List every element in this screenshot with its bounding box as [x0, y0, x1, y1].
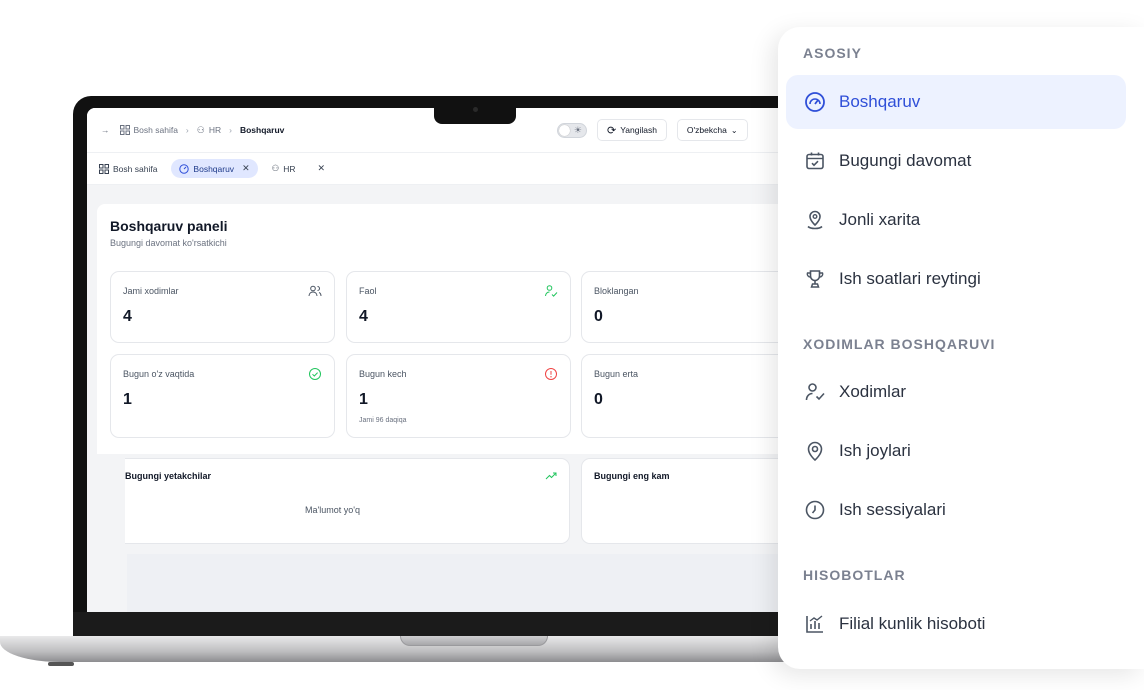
- sidebar-item-ish-sessiyalari[interactable]: Ish sessiyalari: [786, 483, 1126, 537]
- language-label: O'zbekcha: [686, 125, 727, 135]
- least-title: Bugungi eng kam: [594, 471, 670, 481]
- laptop-chin: [73, 612, 833, 636]
- theme-toggle[interactable]: ☀: [557, 122, 587, 138]
- back-arrow-icon[interactable]: →: [101, 125, 110, 135]
- bar-chart-icon: [803, 612, 827, 636]
- sidebar-item-label: Ish sessiyalari: [839, 500, 946, 519]
- breadcrumb: Bosh sahifa › ⚇ HR › Boshqaruv: [119, 124, 285, 136]
- trending-up-icon: [545, 472, 557, 480]
- check-circle-icon: [309, 368, 321, 380]
- leaders-card: Bugungi yetakchilar Ma'lumot yo'q: [125, 458, 570, 544]
- stat-value: 1: [123, 391, 132, 408]
- gauge-icon: [179, 163, 190, 174]
- breadcrumb-home[interactable]: Bosh sahifa: [134, 125, 178, 135]
- trophy-icon: [803, 267, 827, 291]
- sidebar-item-label: Ish soatlari reytingi: [839, 269, 981, 288]
- stat-card-late: Bugun kech 1 Jami 96 daqiqa: [346, 354, 571, 438]
- sidebar-item-filial-kunlik-hisoboti[interactable]: Filial kunlik hisoboti: [786, 597, 1126, 651]
- sidebar: ASOSIY Boshqaruv Bugungi davomat Jonli x…: [778, 27, 1144, 669]
- section-title-staff: XODIMLAR BOSHQARUVI: [803, 336, 996, 352]
- close-icon[interactable]: ✕: [242, 163, 250, 174]
- refresh-button[interactable]: ⟳ Yangilash: [597, 119, 667, 141]
- page-title: Boshqaruv paneli: [110, 218, 228, 234]
- users-icon: ⚇: [271, 163, 280, 173]
- stat-card-active: Faol 4: [346, 271, 571, 343]
- tab-dashboard[interactable]: Boshqaruv ✕: [171, 159, 258, 178]
- breadcrumb-hr[interactable]: HR: [209, 125, 221, 135]
- location-icon: [803, 439, 827, 463]
- user-check-icon: [803, 380, 827, 404]
- sidebar-item-label: Bugungi davomat: [839, 151, 972, 170]
- page-subtitle: Bugungi davomat ko'rsatkichi: [110, 238, 227, 248]
- stat-value: 0: [594, 391, 603, 408]
- laptop-screen: → Bosh sahifa › ⚇ HR › Boshqaruv ☀ ⟳ Yan…: [87, 108, 827, 612]
- stat-label: Jami xodimlar: [123, 286, 179, 296]
- close-icon[interactable]: ✕: [318, 163, 326, 174]
- stat-label: Bloklangan: [594, 286, 639, 296]
- sidebar-item-label: Filial kunlik hisoboti: [839, 614, 986, 633]
- topbar-actions: ☀ ⟳ Yangilash O'zbekcha ⌄: [557, 119, 748, 141]
- stat-card-blocked: Bloklangan 0: [581, 271, 806, 343]
- stat-label: Bugun erta: [594, 369, 639, 379]
- language-select[interactable]: O'zbekcha ⌄: [676, 119, 748, 141]
- sidebar-item-boshqaruv[interactable]: Boshqaruv: [786, 75, 1126, 129]
- stat-value: 4: [359, 308, 368, 325]
- stat-value: 4: [123, 308, 132, 325]
- stat-card-on-time: Bugun o'z vaqtida 1: [110, 354, 335, 438]
- refresh-icon: ⟳: [607, 124, 617, 137]
- content-placeholder: [127, 554, 827, 612]
- laptop-notch: [434, 96, 516, 124]
- sun-icon: ☀: [573, 124, 582, 135]
- stat-card-total: Jami xodimlar 4: [110, 271, 335, 343]
- alert-circle-icon: [545, 368, 557, 380]
- grid-icon: [119, 125, 130, 135]
- breadcrumb-separator: ›: [185, 125, 189, 135]
- clock-icon: [803, 498, 827, 522]
- sidebar-item-jonli-xarita[interactable]: Jonli xarita: [786, 193, 1126, 247]
- stat-label: Bugun kech: [359, 369, 407, 379]
- sidebar-item-label: Jonli xarita: [839, 210, 921, 229]
- stat-label: Faol: [359, 286, 377, 296]
- tab-hr-label: HR: [283, 163, 296, 174]
- sidebar-item-xodimlar[interactable]: Xodimlar: [786, 365, 1126, 419]
- refresh-label: Yangilash: [620, 125, 657, 135]
- sidebar-item-label: Xodimlar: [839, 382, 907, 401]
- tab-dashboard-label: Boshqaruv: [193, 163, 235, 174]
- leaders-title: Bugungi yetakchilar: [125, 471, 212, 481]
- calendar-check-icon: [803, 149, 827, 173]
- tab-bar: Bosh sahifa Boshqaruv ✕ ⚇ HR ✕: [87, 153, 827, 185]
- stat-value: 0: [594, 308, 603, 325]
- sidebar-item-label: Ish joylari: [839, 441, 911, 460]
- stage: → Bosh sahifa › ⚇ HR › Boshqaruv ☀ ⟳ Yan…: [0, 0, 1144, 690]
- user-check-icon: [545, 285, 558, 297]
- breadcrumb-current: Boshqaruv: [239, 125, 285, 135]
- map-pin-icon: [803, 208, 827, 232]
- section-title-reports: HISOBOTLAR: [803, 567, 906, 583]
- sidebar-item-ish-joylari[interactable]: Ish joylari: [786, 424, 1126, 478]
- sidebar-item-bugungi-davomat[interactable]: Bugungi davomat: [786, 134, 1126, 188]
- tab-home[interactable]: Bosh sahifa: [99, 163, 158, 174]
- tab-hr[interactable]: ⚇ HR ✕: [272, 163, 325, 174]
- sidebar-item-label: Boshqaruv: [839, 92, 921, 111]
- stat-label: Bugun o'z vaqtida: [123, 369, 195, 379]
- sidebar-item-ish-soatlari-reytingi[interactable]: Ish soatlari reytingi: [786, 252, 1126, 306]
- stat-note: Jami 96 daqiqa: [359, 417, 407, 424]
- chevron-down-icon: ⌄: [730, 125, 738, 135]
- laptop-base-notch: [400, 636, 548, 646]
- section-title-main: ASOSIY: [803, 45, 862, 61]
- grid-icon: [99, 163, 109, 174]
- laptop-foot: [48, 662, 74, 666]
- breadcrumb-separator: ›: [229, 125, 232, 135]
- users-icon: [308, 285, 322, 297]
- empty-state: Ma'lumot yo'q: [305, 505, 360, 515]
- stat-value: 1: [359, 391, 368, 408]
- tab-home-label: Bosh sahifa: [113, 163, 158, 174]
- gauge-icon: [803, 90, 827, 114]
- users-icon: ⚇: [196, 124, 205, 135]
- stat-card-early: Bugun erta 0: [581, 354, 806, 438]
